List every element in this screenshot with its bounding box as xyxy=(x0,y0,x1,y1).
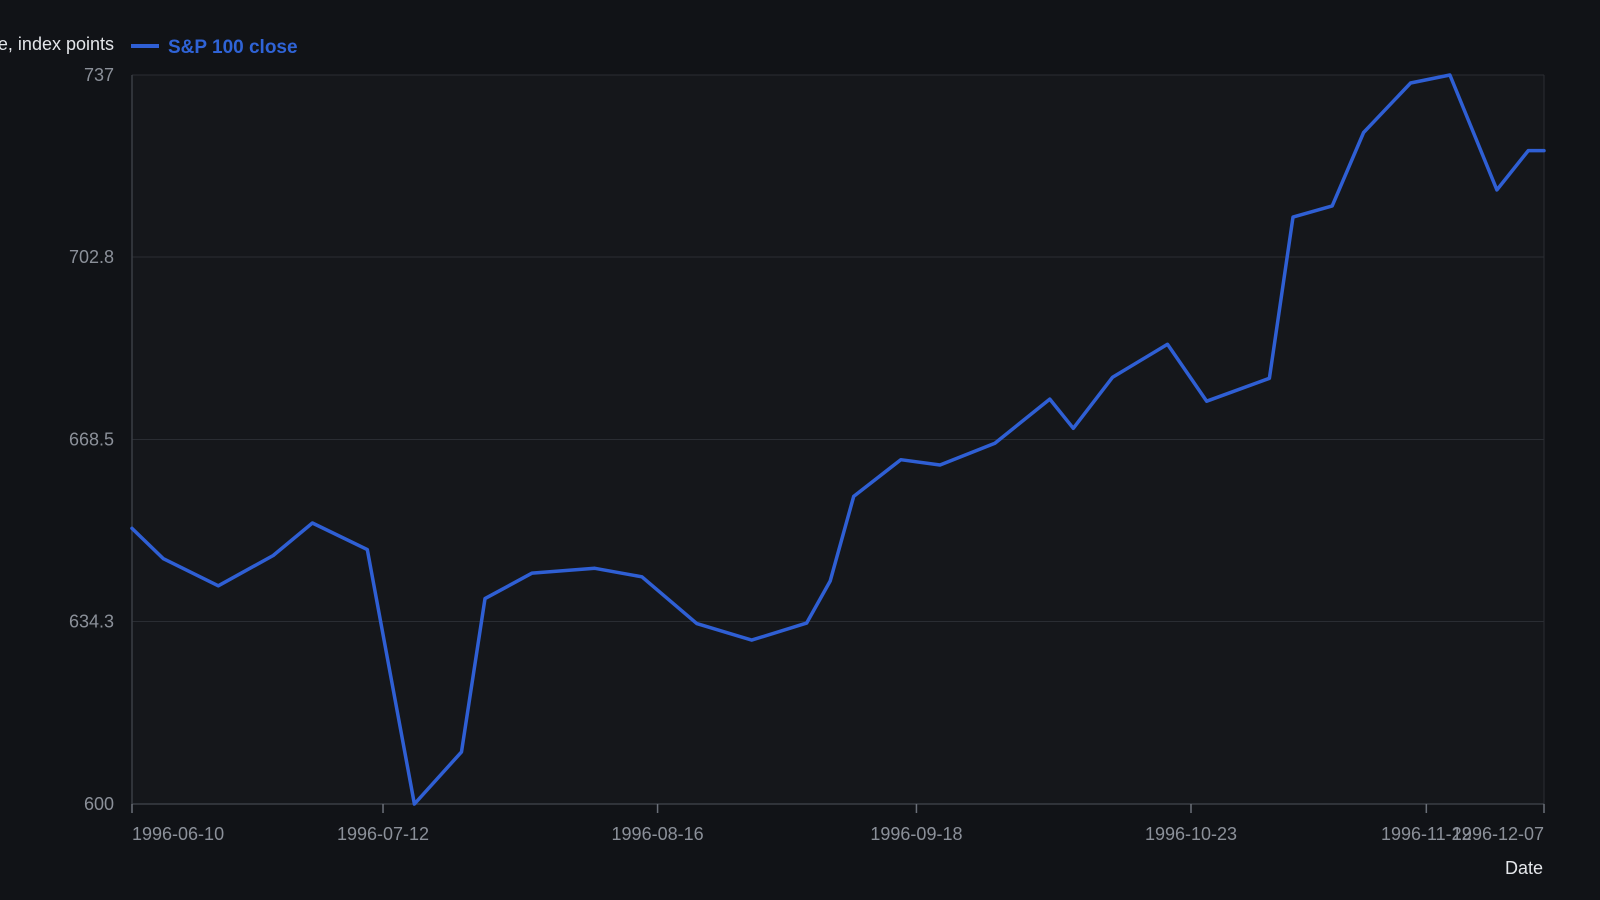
x-tick-labels: 1996-06-10 1996-07-12 1996-08-16 1996-09-18… xyxy=(132,824,1544,844)
data-point[interactable] xyxy=(590,563,600,573)
data-point[interactable] xyxy=(692,619,702,629)
data-point[interactable] xyxy=(213,581,223,591)
data-point[interactable] xyxy=(1264,373,1274,383)
y-tick-label: 702.8 xyxy=(69,247,114,267)
data-point[interactable] xyxy=(1359,128,1369,138)
data-point[interactable] xyxy=(1068,423,1078,433)
line-chart: 600 634.3 668.5 702.8 737 1996-06-10 1996-07-… xyxy=(0,34,1549,878)
data-point[interactable] xyxy=(990,438,1000,448)
x-tick-label: 1996-10-23 xyxy=(1145,824,1237,844)
data-point[interactable] xyxy=(1492,185,1502,195)
x-tick-label: 1996-09-18 xyxy=(870,824,962,844)
data-point[interactable] xyxy=(307,518,317,528)
data-point[interactable] xyxy=(127,523,137,533)
y-tick-label: 737 xyxy=(84,65,114,85)
data-point[interactable] xyxy=(457,747,467,757)
data-point[interactable] xyxy=(935,460,945,470)
data-point[interactable] xyxy=(1288,212,1298,222)
y-axis-title: Close, index points xyxy=(0,34,114,54)
legend-label: S&P 100 close xyxy=(168,37,298,58)
data-point[interactable] xyxy=(849,491,859,501)
data-point[interactable] xyxy=(896,455,906,465)
data-point[interactable] xyxy=(1523,146,1533,156)
data-point[interactable] xyxy=(637,572,647,582)
data-point[interactable] xyxy=(1202,396,1212,406)
data-point[interactable] xyxy=(480,594,490,604)
data-point[interactable] xyxy=(1539,146,1549,156)
y-tick-label: 668.5 xyxy=(69,430,114,450)
x-tick-label: 1996-12-07 xyxy=(1452,824,1544,844)
x-tick-label: 1996-08-16 xyxy=(612,824,704,844)
data-point[interactable] xyxy=(1327,201,1337,211)
data-point[interactable] xyxy=(802,618,812,628)
x-axis-title: Date xyxy=(1505,858,1543,878)
data-point[interactable] xyxy=(1445,70,1455,80)
data-point[interactable] xyxy=(362,545,372,555)
y-tick-label: 634.3 xyxy=(69,611,114,631)
data-point[interactable] xyxy=(1108,372,1118,382)
data-point[interactable] xyxy=(1045,394,1055,404)
data-point[interactable] xyxy=(1406,78,1416,88)
data-point[interactable] xyxy=(158,554,168,564)
data-point[interactable] xyxy=(268,551,278,561)
y-tick-labels: 600 634.3 668.5 702.8 737 xyxy=(69,65,114,814)
y-tick-label: 600 xyxy=(84,794,114,814)
legend[interactable]: S&P 100 close xyxy=(131,37,298,58)
data-point[interactable] xyxy=(1163,339,1173,349)
data-point[interactable] xyxy=(527,568,537,578)
x-tick-label: 1996-07-12 xyxy=(337,824,429,844)
data-point[interactable] xyxy=(747,635,757,645)
x-tick-label: 1996-06-10 xyxy=(132,824,224,844)
data-point[interactable] xyxy=(409,799,419,809)
data-point[interactable] xyxy=(825,576,835,586)
